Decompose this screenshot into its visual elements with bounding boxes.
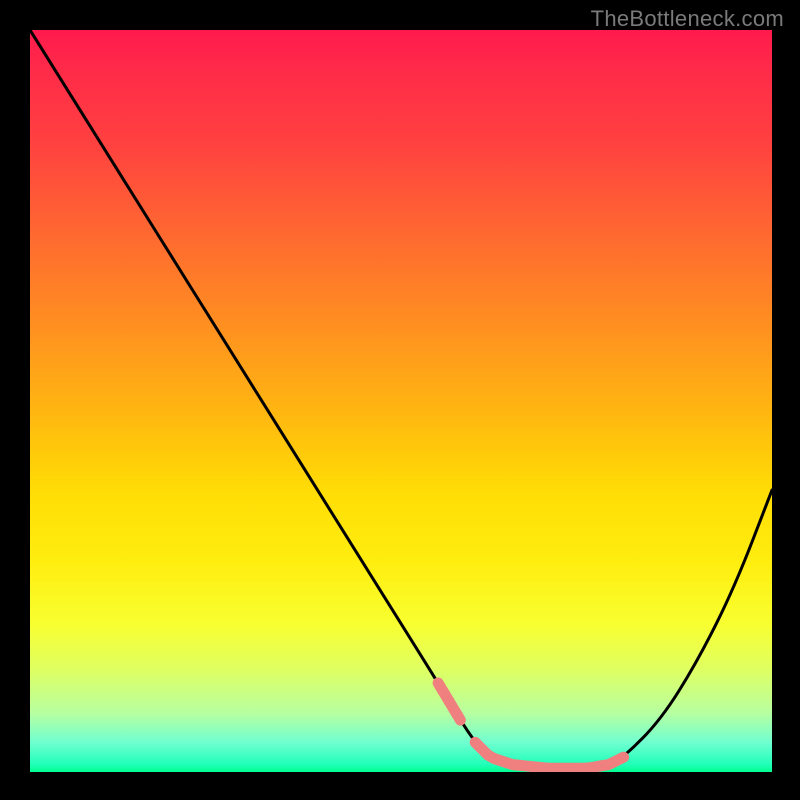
bottleneck-curve-line bbox=[30, 30, 772, 768]
highlight-segments-group bbox=[438, 683, 623, 768]
highlight-segment bbox=[601, 757, 623, 766]
highlight-segment bbox=[438, 683, 460, 720]
highlight-segment bbox=[475, 742, 601, 768]
chart-plot-area bbox=[30, 30, 772, 772]
bottleneck-curve-svg bbox=[30, 30, 772, 772]
watermark-text: TheBottleneck.com bbox=[591, 6, 784, 32]
